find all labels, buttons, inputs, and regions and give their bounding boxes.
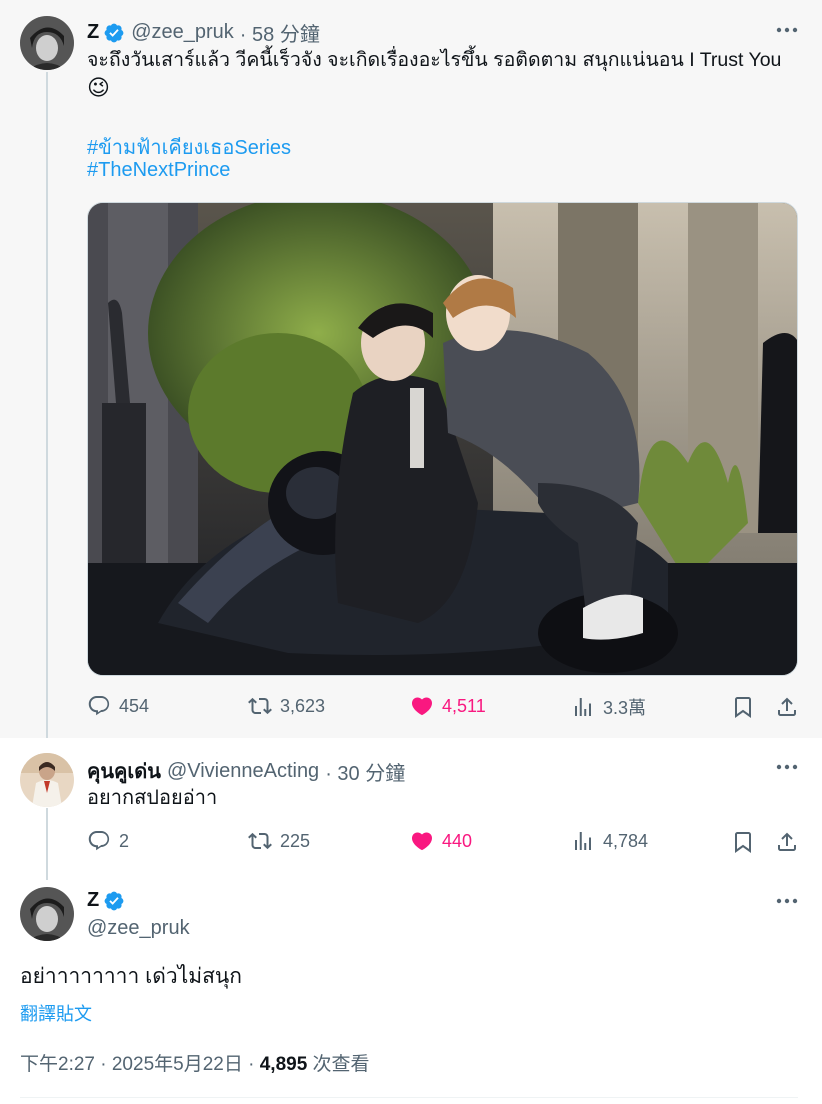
reply-button[interactable]: 2 xyxy=(87,829,129,853)
hashtag-link[interactable]: #TheNextPrince xyxy=(87,159,230,182)
share-icon[interactable] xyxy=(775,695,799,719)
divider xyxy=(20,1097,798,1098)
post-timestamp[interactable]: 下午2:27 · 2025年5月22日 · xyxy=(20,1054,260,1075)
post-views-label: 次查看 xyxy=(307,1054,370,1075)
post-views-count: 4,895 xyxy=(259,1054,308,1075)
share-icon[interactable] xyxy=(775,830,799,854)
heart-filled-icon xyxy=(411,697,433,716)
author-row: Z @zee_pruk · 58 分鐘 xyxy=(87,18,320,47)
thread-line xyxy=(46,72,48,738)
tweet-text: อยากสปอยอ่าา xyxy=(87,787,218,809)
reply-count: 2 xyxy=(119,830,130,851)
more-options-icon[interactable] xyxy=(774,891,800,911)
views-count: 4,784 xyxy=(603,830,649,851)
like-count: 440 xyxy=(442,830,473,851)
verified-badge-icon xyxy=(103,890,125,912)
avatar[interactable] xyxy=(20,887,74,941)
verified-badge-icon xyxy=(103,22,125,44)
views-count: 3.3萬 xyxy=(603,698,647,718)
repost-button[interactable]: 3,623 xyxy=(248,694,325,718)
reply-icon xyxy=(88,831,110,851)
views-button[interactable]: 4,784 xyxy=(571,829,648,853)
thread-line xyxy=(46,808,48,880)
user-handle[interactable]: @zee_pruk xyxy=(131,21,234,44)
heart-filled-icon xyxy=(411,832,433,851)
author-row: Z xyxy=(87,889,125,912)
avatar[interactable] xyxy=(20,753,74,807)
views-chart-icon xyxy=(575,698,591,716)
reply-icon xyxy=(88,696,110,716)
more-options-icon[interactable] xyxy=(774,20,800,40)
reply-count: 454 xyxy=(119,695,150,716)
display-name[interactable]: Z xyxy=(87,21,99,44)
avatar[interactable] xyxy=(20,16,74,70)
user-handle[interactable]: @zee_pruk xyxy=(87,917,190,940)
user-handle[interactable]: @VivienneActing xyxy=(167,760,319,783)
display-name[interactable]: Z xyxy=(87,889,99,912)
author-row: คุนคูเด่น @VivienneActing · 30 分鐘 xyxy=(87,755,405,787)
timestamp[interactable]: · 58 分鐘 xyxy=(240,18,320,47)
translate-post-link[interactable]: 翻譯貼文 xyxy=(20,1000,92,1026)
repost-icon xyxy=(248,832,272,850)
tweet-photo[interactable] xyxy=(87,202,798,676)
bookmark-icon[interactable] xyxy=(731,830,755,854)
timestamp[interactable]: · 30 分鐘 xyxy=(325,757,405,786)
repost-button[interactable]: 225 xyxy=(248,829,310,853)
tweet-text: จะถึงวันเสาร์แล้ว วีคนี้เร็วจัง จะเกิดเร… xyxy=(87,49,782,71)
like-button[interactable]: 4,511 xyxy=(410,694,486,718)
handle-row: @zee_pruk xyxy=(87,917,190,940)
wink-emoji: 😉 xyxy=(87,75,110,100)
views-button[interactable]: 3.3萬 xyxy=(571,694,646,720)
more-options-icon[interactable] xyxy=(774,757,800,777)
bookmark-icon[interactable] xyxy=(731,695,755,719)
repost-count: 3,623 xyxy=(280,695,326,716)
reply-button[interactable]: 454 xyxy=(87,694,149,718)
display-name[interactable]: คุนคูเด่น xyxy=(87,755,161,787)
repost-icon xyxy=(248,697,272,715)
like-count: 4,511 xyxy=(442,695,486,716)
tweet-text: อย่าาาาาาาา เด่วไม่สนุก xyxy=(20,965,242,988)
repost-count: 225 xyxy=(280,830,311,851)
views-chart-icon xyxy=(575,832,591,850)
post-meta: 下午2:27 · 2025年5月22日 · 4,895 次查看 xyxy=(20,1049,370,1076)
like-button[interactable]: 440 xyxy=(410,829,472,853)
